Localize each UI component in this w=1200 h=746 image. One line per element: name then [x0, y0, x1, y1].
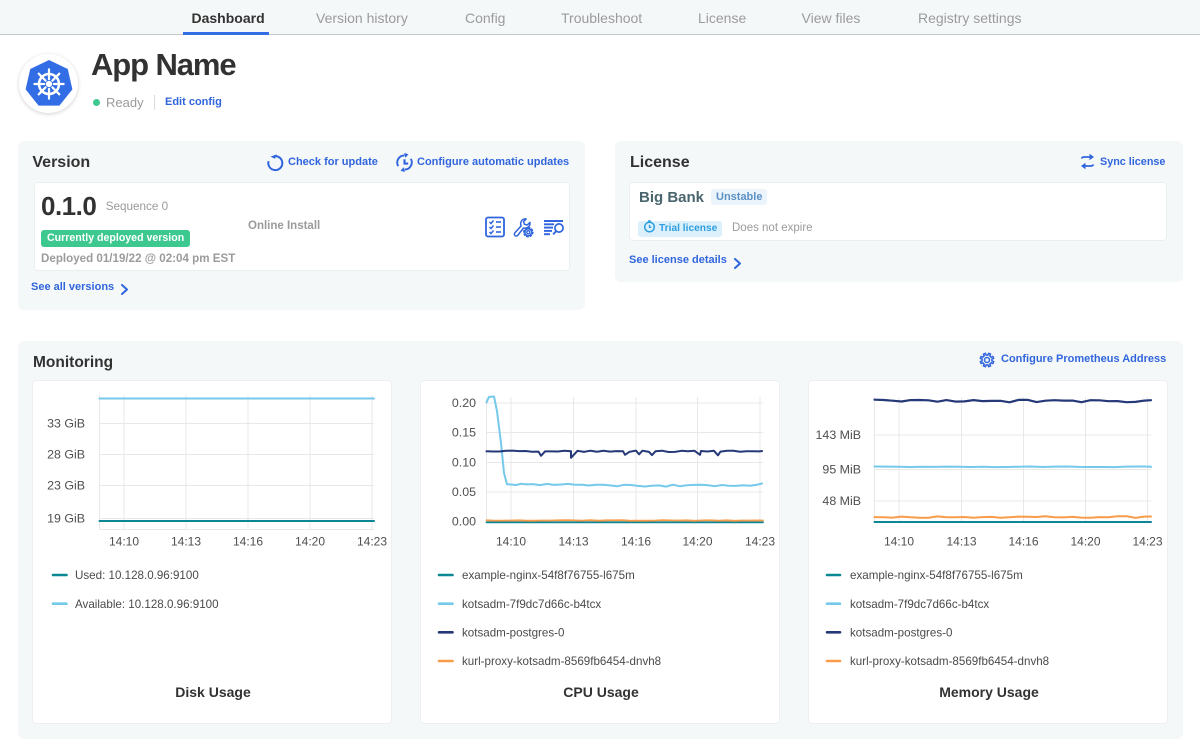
svg-text:14:16: 14:16 [233, 535, 263, 549]
svg-text:kotsadm-postgres-0: kotsadm-postgres-0 [850, 627, 952, 640]
svg-text:19 GiB: 19 GiB [47, 512, 85, 526]
svg-text:14:23: 14:23 [1132, 535, 1162, 549]
svg-text:CPU Usage: CPU Usage [563, 684, 639, 700]
svg-text:0.00: 0.00 [452, 515, 476, 529]
svg-text:kurl-proxy-kotsadm-8569fb6454-: kurl-proxy-kotsadm-8569fb6454-dnvh8 [850, 655, 1049, 668]
svg-text:14:20: 14:20 [295, 535, 325, 549]
svg-text:Available: 10.128.0.96:9100: Available: 10.128.0.96:9100 [75, 598, 219, 611]
svg-text:14:10: 14:10 [109, 535, 139, 549]
svg-text:Disk Usage: Disk Usage [175, 684, 251, 700]
svg-text:28 GiB: 28 GiB [47, 448, 85, 462]
svg-text:Used: 10.128.0.96:9100: Used: 10.128.0.96:9100 [75, 569, 199, 582]
svg-text:14:20: 14:20 [682, 535, 712, 549]
svg-text:14:10: 14:10 [884, 535, 914, 549]
svg-text:0.15: 0.15 [452, 426, 476, 440]
svg-text:33 GiB: 33 GiB [47, 417, 85, 431]
svg-text:14:10: 14:10 [496, 535, 526, 549]
svg-text:48 MiB: 48 MiB [822, 494, 861, 508]
svg-text:14:23: 14:23 [745, 535, 775, 549]
svg-text:14:23: 14:23 [357, 535, 387, 549]
svg-text:example-nginx-54f8f76755-l675m: example-nginx-54f8f76755-l675m [850, 569, 1023, 582]
svg-text:14:13: 14:13 [946, 535, 976, 549]
svg-text:14:16: 14:16 [1008, 535, 1038, 549]
svg-text:kurl-proxy-kotsadm-8569fb6454-: kurl-proxy-kotsadm-8569fb6454-dnvh8 [462, 655, 661, 668]
svg-text:143 MiB: 143 MiB [816, 428, 861, 442]
svg-text:23 GiB: 23 GiB [47, 479, 85, 493]
svg-text:kotsadm-postgres-0: kotsadm-postgres-0 [462, 627, 564, 640]
svg-text:14:13: 14:13 [171, 535, 201, 549]
svg-text:kotsadm-7f9dc7d66c-b4tcx: kotsadm-7f9dc7d66c-b4tcx [850, 598, 989, 611]
svg-text:0.05: 0.05 [452, 485, 476, 499]
svg-text:kotsadm-7f9dc7d66c-b4tcx: kotsadm-7f9dc7d66c-b4tcx [462, 598, 601, 611]
svg-text:example-nginx-54f8f76755-l675m: example-nginx-54f8f76755-l675m [462, 569, 635, 582]
svg-text:0.20: 0.20 [452, 396, 476, 410]
svg-text:14:20: 14:20 [1070, 535, 1100, 549]
svg-text:14:13: 14:13 [558, 535, 588, 549]
svg-text:0.10: 0.10 [452, 456, 476, 470]
svg-text:14:16: 14:16 [621, 535, 651, 549]
svg-text:95 MiB: 95 MiB [822, 463, 861, 477]
svg-text:Memory Usage: Memory Usage [939, 684, 1039, 700]
